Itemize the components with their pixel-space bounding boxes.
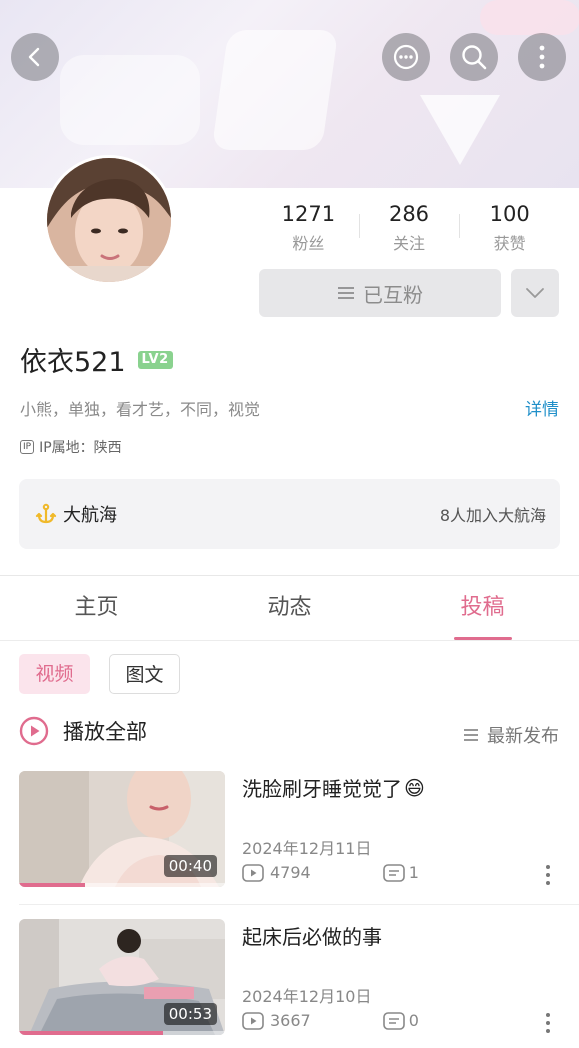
video-views: 4794: [242, 863, 311, 882]
profile-signature: 小熊，单独，看才艺，不同，视觉: [20, 400, 261, 419]
video-thumbnail[interactable]: 00:53: [19, 919, 225, 1035]
guard-card[interactable]: 大航海 8人加入大航海: [19, 479, 560, 549]
play-all-label: 播放全部: [63, 720, 147, 744]
stat-label: 关注: [393, 234, 426, 253]
video-meta: 3667 0: [242, 1011, 419, 1030]
ip-badge-icon: IP: [20, 440, 35, 454]
video-progress-fill: [19, 883, 85, 887]
stat-label: 粉丝: [292, 234, 325, 253]
comment-icon: [382, 1011, 405, 1030]
stat-value: 286: [388, 202, 430, 226]
video-title-row: 洗脸刷牙睡觉觉了 😄: [242, 773, 425, 802]
banner-decoration: [480, 0, 579, 35]
grin-emoji-icon: 😄: [404, 775, 425, 800]
video-comments-count: 1: [408, 863, 419, 882]
follow-button-label: 已互粉: [363, 282, 423, 307]
message-button[interactable]: [382, 33, 430, 81]
video-meta: 4794 1: [242, 863, 419, 882]
ip-location-text: IP属地：陕西: [39, 440, 122, 456]
message-icon: [393, 44, 419, 70]
profile-name: 依衣521: [20, 347, 126, 378]
video-views: 3667: [242, 1011, 311, 1030]
tab-submissions[interactable]: 投稿: [386, 576, 579, 640]
ip-location: IP IP属地：陕西: [20, 437, 122, 457]
play-circle-icon: [19, 716, 49, 746]
video-comments: 1: [382, 863, 419, 882]
profile-tabs: 主页 动态 投稿: [0, 576, 579, 641]
video-duration: 00:53: [163, 1003, 217, 1025]
video-more-icon[interactable]: [542, 1011, 554, 1035]
search-icon: [462, 45, 487, 70]
anchor-icon: [35, 503, 57, 524]
video-item[interactable]: 00:40 洗脸刷牙睡觉觉了 😄 2024年12月11日 4794 1: [19, 771, 560, 889]
video-comments: 0: [382, 1011, 419, 1030]
video-title-row: 起床后必做的事: [242, 921, 382, 950]
detail-link[interactable]: 详情: [525, 395, 559, 420]
avatar-photo: [47, 158, 171, 282]
video-date: 2024年12月10日: [242, 987, 372, 1006]
mutual-follow-button[interactable]: 已互粉: [259, 269, 501, 317]
banner-decoration: [420, 95, 500, 165]
video-duration: 00:40: [163, 855, 217, 877]
tab-dynamics[interactable]: 动态: [193, 576, 386, 640]
video-title: 起床后必做的事: [242, 925, 382, 949]
video-item[interactable]: 00:53 起床后必做的事 2024年12月10日 3667 0: [19, 919, 560, 1037]
follow-dropdown-button[interactable]: [511, 269, 559, 317]
stat-likes[interactable]: 100 获赞: [459, 200, 560, 254]
video-title: 洗脸刷牙睡觉觉了: [242, 777, 402, 801]
back-button[interactable]: [11, 33, 59, 81]
video-views-count: 4794: [270, 863, 311, 882]
sort-lines-icon: [464, 729, 478, 741]
play-count-icon: [242, 1011, 264, 1030]
play-count-icon: [242, 863, 264, 882]
banner-decoration: [60, 55, 200, 145]
chevron-down-icon: [526, 288, 544, 298]
banner-decoration: [211, 30, 339, 150]
profile-stats: 1271 粉丝 286 关注 100 获赞: [258, 200, 560, 254]
filter-image-text[interactable]: 图文: [109, 654, 180, 694]
more-vertical-icon: [539, 45, 545, 69]
play-all-button[interactable]: 播放全部: [19, 716, 147, 746]
level-badge: LV2: [137, 350, 173, 369]
stat-label: 获赞: [493, 234, 526, 253]
stat-following[interactable]: 286 关注: [358, 200, 460, 254]
video-more-icon[interactable]: [542, 863, 554, 887]
menu-lines-icon: [338, 287, 354, 299]
list-divider: [19, 904, 579, 905]
profile-name-row: 依衣521 LV2: [20, 340, 173, 379]
sort-button[interactable]: 最新发布: [463, 722, 559, 748]
filter-video[interactable]: 视频: [19, 654, 90, 694]
chevron-left-icon: [28, 47, 40, 67]
search-button[interactable]: [450, 33, 498, 81]
more-button[interactable]: [518, 33, 566, 81]
stat-fans[interactable]: 1271 粉丝: [258, 200, 359, 254]
video-progress-fill: [19, 1031, 164, 1035]
avatar[interactable]: [44, 155, 174, 285]
video-date: 2024年12月11日: [242, 839, 372, 858]
guard-count: 8人加入大航海: [439, 506, 546, 525]
stat-value: 1271: [281, 202, 336, 226]
video-views-count: 3667: [270, 1011, 311, 1030]
sort-label: 最新发布: [487, 726, 559, 747]
guard-title: 大航海: [35, 501, 117, 527]
video-thumbnail[interactable]: 00:40: [19, 771, 225, 887]
stat-value: 100: [489, 202, 530, 226]
tab-home[interactable]: 主页: [0, 576, 193, 640]
comment-icon: [382, 863, 405, 882]
video-comments-count: 0: [408, 1011, 419, 1030]
guard-label: 大航海: [63, 505, 117, 526]
